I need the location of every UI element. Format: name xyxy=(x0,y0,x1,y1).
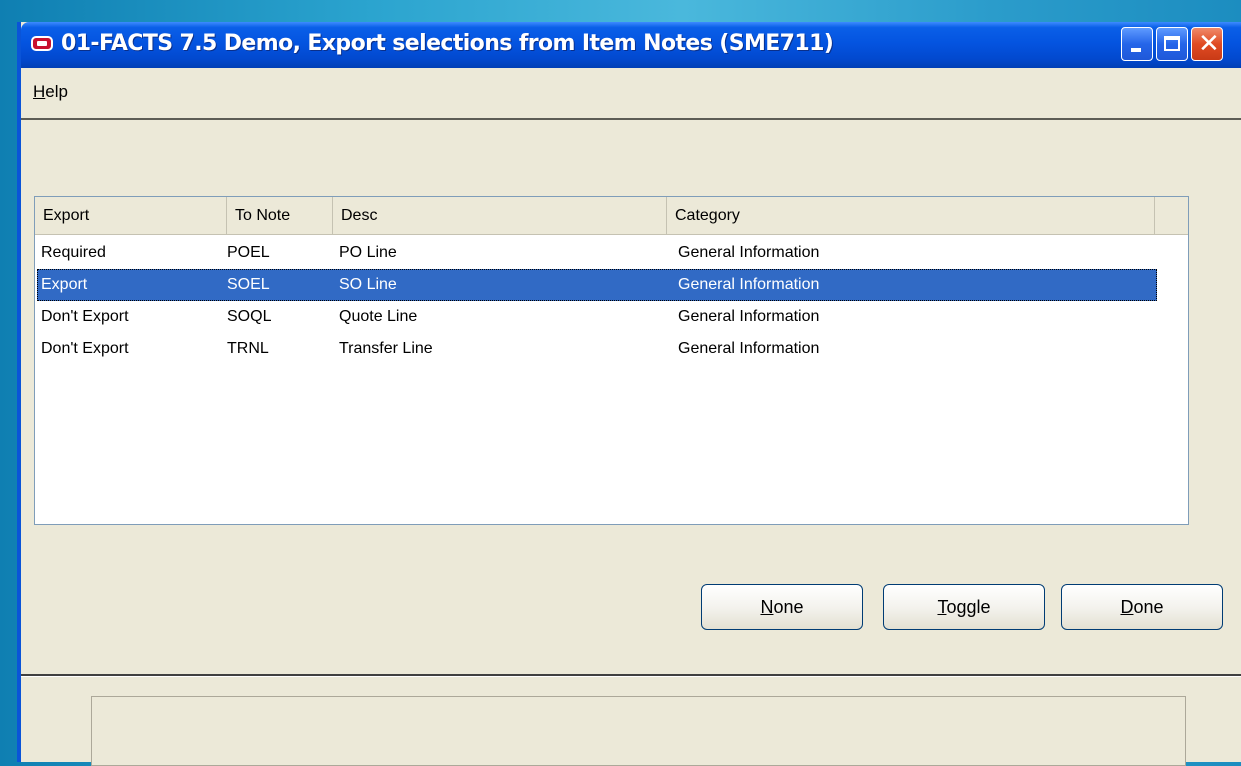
table-row[interactable]: Don't Export TRNL Transfer Line General … xyxy=(37,333,1157,365)
column-header-filler xyxy=(1155,197,1188,234)
cell-desc: Quote Line xyxy=(339,308,418,325)
none-button-label: None xyxy=(760,596,804,617)
menu-bar: Help xyxy=(21,68,1241,120)
table-row-selected[interactable]: Export SOEL SO Line General Information xyxy=(37,269,1157,301)
separator xyxy=(21,674,1241,677)
cell-desc: Transfer Line xyxy=(339,340,433,357)
toggle-button-label: Toggle xyxy=(937,596,991,617)
cell-desc: PO Line xyxy=(339,244,397,261)
column-header-to-note[interactable]: To Note xyxy=(227,197,333,234)
table-row[interactable]: Don't Export SOQL Quote Line General Inf… xyxy=(37,301,1157,333)
window: 01-FACTS 7.5 Demo, Export selections fro… xyxy=(17,22,1241,766)
cell-desc: SO Line xyxy=(339,276,397,293)
list-header: Export To Note Desc Category xyxy=(35,197,1188,235)
cell-export: Export xyxy=(41,276,88,293)
cell-to-note: POEL xyxy=(227,244,270,261)
none-button[interactable]: None xyxy=(701,584,863,630)
maximize-button[interactable] xyxy=(1156,27,1188,61)
cell-category: General Information xyxy=(678,244,820,261)
table-row[interactable]: Required POEL PO Line General Informatio… xyxy=(37,237,1157,269)
title-bar[interactable]: 01-FACTS 7.5 Demo, Export selections fro… xyxy=(21,22,1241,68)
cell-to-note: SOQL xyxy=(227,308,272,325)
cell-export: Don't Export xyxy=(41,308,129,325)
cell-category: General Information xyxy=(678,340,820,357)
export-selection-list[interactable]: Export To Note Desc Category Required PO… xyxy=(34,196,1189,525)
cell-to-note: TRNL xyxy=(227,340,269,357)
done-button-label: Done xyxy=(1120,596,1164,617)
done-button[interactable]: Done xyxy=(1061,584,1223,630)
window-title: 01-FACTS 7.5 Demo, Export selections fro… xyxy=(61,31,834,56)
cell-to-note: SOEL xyxy=(227,276,270,293)
status-bar xyxy=(91,696,1186,766)
column-header-export[interactable]: Export xyxy=(35,197,227,234)
column-header-category[interactable]: Category xyxy=(667,197,1155,234)
toggle-button[interactable]: Toggle xyxy=(883,584,1045,630)
cell-category: General Information xyxy=(678,276,820,293)
menu-item-help[interactable]: Help xyxy=(33,82,68,102)
app-icon[interactable] xyxy=(31,36,53,51)
minimize-button[interactable] xyxy=(1121,27,1153,61)
cell-category: General Information xyxy=(678,308,820,325)
close-icon: ✕ xyxy=(1198,29,1220,59)
cell-export: Don't Export xyxy=(41,340,129,357)
column-header-desc[interactable]: Desc xyxy=(333,197,667,234)
cell-export: Required xyxy=(41,244,106,261)
close-button[interactable]: ✕ xyxy=(1191,27,1223,61)
